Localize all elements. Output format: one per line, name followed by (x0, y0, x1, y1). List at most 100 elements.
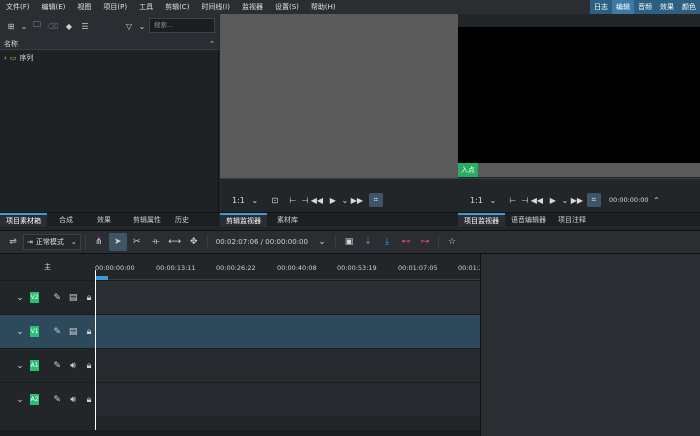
forward-icon[interactable]: ▶▶ (571, 190, 583, 210)
play-chevron-icon[interactable]: ⌄ (339, 190, 351, 210)
menu-file[interactable]: 文件(F) (0, 0, 36, 14)
project-monitor-video[interactable] (458, 27, 700, 163)
project-timecode[interactable]: 00:00:00:00 (609, 190, 649, 210)
track-settings-icon[interactable]: ⇌ (4, 233, 22, 251)
playhead-marker[interactable] (96, 276, 108, 280)
set-out-icon[interactable]: ⊣ (299, 190, 311, 210)
lock-icon[interactable]: 🔒︎ (83, 327, 95, 337)
menu-view[interactable]: 视图 (71, 0, 97, 14)
tab-project-notes[interactable]: 项目注释 (552, 213, 592, 227)
effects-wand-icon[interactable]: ✎ (51, 293, 63, 303)
collapse-chevron-icon[interactable]: ⌄ (14, 361, 26, 371)
menu-edit[interactable]: 编辑(E) (36, 0, 72, 14)
tab-project-monitor[interactable]: 项目监视器 (458, 212, 505, 227)
timecode-chevron-icon[interactable]: ⌄ (313, 233, 331, 251)
clip-monitor-ruler[interactable] (220, 178, 458, 187)
overwrite-icon[interactable]: ⤓ (378, 233, 396, 251)
tab-history[interactable]: 历史 (171, 213, 193, 227)
master-track-header[interactable]: 主 (0, 254, 95, 280)
forward-icon[interactable]: ▶▶ (351, 190, 363, 210)
rewind-icon[interactable]: ◀◀ (311, 190, 323, 210)
zoom-chevron-icon[interactable]: ⌄ (487, 190, 499, 210)
track-tag[interactable]: A2 (29, 394, 40, 405)
play-icon[interactable]: ▶ (547, 190, 559, 210)
track-lane-a2[interactable] (95, 382, 480, 416)
extract-icon[interactable]: ⊶ (416, 233, 434, 251)
layout-tab-audio[interactable]: 音频 (634, 0, 656, 14)
collapse-chevron-icon[interactable]: ⌄ (14, 293, 26, 303)
track-header-v2[interactable]: ⌄ V2 ✎ ▤ 🔒︎ (0, 280, 95, 314)
menu-clip[interactable]: 剪辑(C) (159, 0, 195, 14)
effects-wand-icon[interactable]: ✎ (51, 361, 63, 371)
collapse-chevron-icon[interactable]: ⌄ (14, 395, 26, 405)
delete-icon[interactable]: ⌫ (46, 19, 60, 33)
menu-project[interactable]: 项目(P) (97, 0, 133, 14)
menu-timeline[interactable]: 时间线(I) (195, 0, 236, 14)
project-zoom-select[interactable]: 1:1 (466, 190, 487, 210)
add-clip-icon[interactable]: ⊞ (4, 19, 18, 33)
set-out-icon[interactable]: ⊣ (519, 190, 531, 210)
menu-help[interactable]: 帮助(H) (305, 0, 342, 14)
filter-chevron-icon[interactable]: ⌄ (138, 19, 146, 33)
favorite-star-icon[interactable]: ☆ (443, 233, 461, 251)
set-in-icon[interactable]: ⊢ (507, 190, 519, 210)
rewind-icon[interactable]: ◀◀ (531, 190, 543, 210)
filter-icon[interactable]: ▽ (122, 19, 136, 33)
collapse-chevron-icon[interactable]: ⌄ (14, 327, 26, 337)
tab-compositions[interactable]: 合成 (47, 213, 85, 227)
clip-monitor-video[interactable] (220, 14, 458, 178)
track-lane-v2[interactable] (95, 280, 480, 314)
track-lane-a1[interactable] (95, 348, 480, 382)
fullscreen-icon[interactable]: ⊡ (269, 190, 281, 210)
track-tag[interactable]: A1 (29, 360, 40, 371)
zone-toggle-icon[interactable]: ⌗ (368, 193, 383, 207)
razor-tool-icon[interactable]: ✂ (128, 233, 146, 251)
tag-icon[interactable]: ◆ (62, 19, 76, 33)
layout-tab-editing[interactable]: 编辑 (612, 0, 634, 14)
expand-arrow-icon[interactable]: › (4, 54, 7, 62)
razor-all-icon[interactable]: ⋔ (90, 233, 108, 251)
effects-wand-icon[interactable]: ✎ (51, 395, 63, 405)
track-header-a2[interactable]: ⌄ A2 ✎ 🔊︎ 🔒︎ (0, 382, 95, 416)
bin-column-header[interactable]: 名称 ⌃ (0, 38, 219, 50)
playhead[interactable] (95, 270, 96, 436)
slip-tool-icon[interactable]: ✥ (185, 233, 203, 251)
project-monitor-ruler[interactable] (458, 178, 700, 187)
hide-video-icon[interactable]: ▤ (67, 327, 79, 337)
menu-monitor[interactable]: 监视器 (236, 0, 269, 14)
edit-mode-select[interactable]: ⇥ 正常模式 ⌄ (23, 234, 81, 250)
select-tool-icon[interactable]: ➤ (108, 233, 127, 251)
play-chevron-icon[interactable]: ⌄ (559, 190, 571, 210)
insert-icon[interactable]: ⇣ (359, 233, 377, 251)
tab-project-bin[interactable]: 项目素材箱 (0, 212, 47, 227)
tab-speech-editor[interactable]: 语音编辑器 (505, 213, 552, 227)
menu-settings[interactable]: 设置(S) (269, 0, 305, 14)
hide-video-icon[interactable]: ▤ (67, 293, 79, 303)
tab-clip-properties[interactable]: 剪辑属性 (123, 213, 171, 227)
tab-effects[interactable]: 效果 (85, 213, 123, 227)
bin-folder-item[interactable]: › ▭ 序列 (4, 52, 33, 64)
zone-toggle-icon[interactable]: ⌗ (586, 193, 601, 207)
track-tag[interactable]: V2 (29, 292, 40, 303)
track-header-v1[interactable]: ⌄ V1 ✎ ▤ 🔒︎ (0, 314, 95, 348)
timecode-spin-icon[interactable]: ⌃ (651, 190, 663, 210)
menu-icon[interactable]: ☰ (78, 19, 92, 33)
clip-zoom-select[interactable]: 1:1 (228, 190, 249, 210)
zoom-chevron-icon[interactable]: ⌄ (249, 190, 261, 210)
layout-tab-logging[interactable]: 日志 (590, 0, 612, 14)
lock-icon[interactable]: 🔒︎ (83, 293, 95, 303)
lock-icon[interactable]: 🔒︎ (83, 361, 95, 371)
new-folder-icon[interactable]: 🗀 (30, 19, 44, 33)
layout-tab-color[interactable]: 颜色 (678, 0, 700, 14)
collapse-icon[interactable]: ⌃ (209, 40, 215, 48)
tab-clip-monitor[interactable]: 剪辑监视器 (220, 212, 267, 227)
menu-tools[interactable]: 工具 (133, 0, 159, 14)
mute-speaker-icon[interactable]: 🔊︎ (67, 395, 79, 405)
lock-icon[interactable]: 🔒︎ (83, 395, 95, 405)
mute-speaker-icon[interactable]: 🔊︎ (67, 361, 79, 371)
layout-tab-effects[interactable]: 效果 (656, 0, 678, 14)
bin-search-input[interactable]: 搜索... (149, 18, 215, 33)
timeline-ruler[interactable]: 00:00:00:00 00:00:13:11 00:00:26:22 00:0… (95, 262, 483, 280)
timeline-timecode[interactable]: 00:02:07:06 / 00:00:00:00 (212, 238, 312, 246)
timeline-horizontal-scrollbar[interactable] (0, 430, 480, 436)
